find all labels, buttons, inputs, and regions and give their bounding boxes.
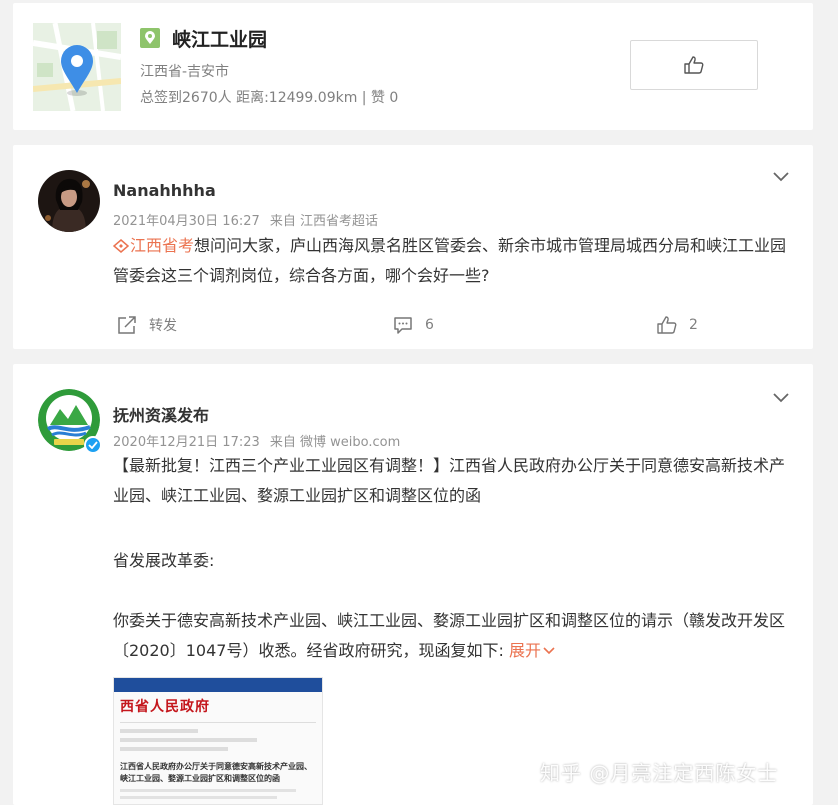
like-post-button[interactable]: 2 (657, 315, 698, 335)
like-button[interactable] (630, 40, 758, 90)
chevron-down-icon[interactable] (773, 388, 789, 407)
like-count[interactable]: 2 (689, 317, 698, 333)
repost-icon (118, 316, 136, 334)
repost-label[interactable]: 转发 (149, 315, 177, 335)
post-paragraph: 【最新批复！江西三个产业工业园区有调整！】江西省人民政府办公厅关于同意德安高新技… (113, 456, 786, 505)
comment-button[interactable]: 6 (393, 315, 434, 335)
post-card: 抚州资溪发布 2020年12月21日 17:23 来自 微博 weibo.com… (13, 364, 813, 805)
verified-badge-icon (84, 436, 102, 454)
post-source[interactable]: 来自 江西省考超话 (270, 214, 378, 229)
repost-button[interactable]: 转发 (117, 315, 177, 335)
doc-title: 江西省人民政府办公厅关于同意德安高新技术产业园、峡江工业园、婺源工业园扩区和调整… (120, 762, 312, 783)
topic-link[interactable]: 江西省考 (113, 236, 194, 255)
topic-label[interactable]: 江西省考 (130, 236, 194, 255)
location-title: 峡江工业园 (172, 28, 268, 51)
watermark: 知乎 @月亮注定西陈女士 (540, 761, 779, 785)
expand-label[interactable]: 展开 (509, 641, 541, 660)
avatar[interactable] (38, 170, 100, 232)
username[interactable]: Nanahhhha (113, 181, 216, 200)
location-card: 峡江工业园 江西省-吉安市 总签到2670人 距离:12499.09km | 赞… (13, 3, 813, 130)
chevron-down-icon (543, 647, 555, 655)
post-datetime[interactable]: 2020年12月21日 17:23 (113, 435, 260, 450)
post-source[interactable]: 来自 微博 weibo.com (270, 435, 400, 450)
location-region: 江西省-吉安市 (140, 64, 230, 80)
username[interactable]: 抚州资溪发布 (113, 402, 209, 426)
comment-count[interactable]: 6 (425, 317, 434, 333)
location-pin-icon (140, 28, 160, 48)
location-stats: 总签到2670人 距离:12499.09km | 赞 0 (140, 90, 399, 106)
expand-link[interactable]: 展开 (509, 641, 555, 660)
post-text: 江西省考想问问大家，庐山西海风景名胜区管委会、新余市城市管理局城西分局和峡江工业… (113, 231, 793, 291)
post-paragraph: 你委关于德安高新技术产业园、峡江工业园、婺源工业园扩区和调整区位的请示（赣发改开… (113, 606, 793, 666)
thumbs-up-icon (657, 316, 677, 334)
post-meta: 2021年04月30日 16:27 来自 江西省考超话 (113, 210, 378, 229)
post-actions: 转发 6 2 (13, 315, 813, 339)
post-datetime[interactable]: 2021年04月30日 16:27 (113, 214, 260, 229)
thumbs-up-icon (684, 56, 704, 74)
map-thumbnail[interactable] (33, 23, 121, 111)
document-image[interactable]: 西省人民政府 江西省人民政府办公厅关于同意德安高新技术产业园、峡江工业园、婺源工… (113, 677, 323, 805)
doc-header: 西省人民政府 (120, 699, 210, 715)
chevron-down-icon[interactable] (773, 167, 789, 186)
comment-icon (394, 317, 412, 334)
post-meta: 2020年12月21日 17:23 来自 微博 weibo.com (113, 431, 400, 450)
topic-diamond-icon (113, 239, 129, 253)
post-body: 你委关于德安高新技术产业园、峡江工业园、婺源工业园扩区和调整区位的请示（赣发改开… (113, 611, 786, 660)
post-paragraph: 省发展改革委: (113, 551, 215, 570)
post-card: Nanahhhha 2021年04月30日 16:27 来自 江西省考超话 江西… (13, 145, 813, 349)
doc-navbar (114, 678, 322, 692)
post-body: 想问问大家，庐山西海风景名胜区管委会、新余市城市管理局城西分局和峡江工业园管委会… (113, 236, 787, 285)
